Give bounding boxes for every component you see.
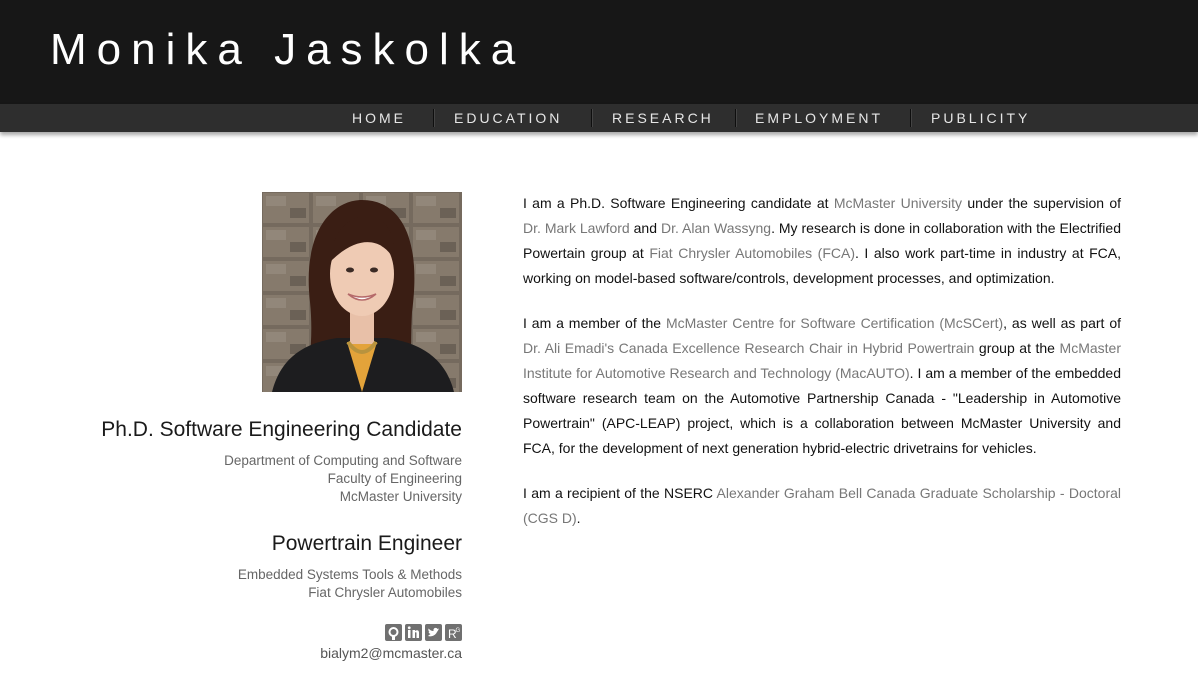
- paragraph-text: and: [629, 220, 661, 236]
- role-line: Embedded Systems Tools & Methods: [237, 567, 462, 582]
- paragraph-text: .: [576, 510, 581, 526]
- role-line: McMaster University: [339, 489, 462, 504]
- paragraph-text: I am a Ph.D. Software Engineering candid…: [523, 195, 834, 211]
- fca-link[interactable]: Fiat Chrysler Automobiles (FCA): [649, 245, 855, 261]
- social-links: RG: [340, 624, 462, 642]
- wassyng-link[interactable]: Dr. Alan Wassyng: [661, 220, 771, 236]
- nav-education[interactable]: EDUCATION: [454, 104, 562, 132]
- email-link[interactable]: bialym2@mcmaster.ca: [262, 645, 462, 661]
- paragraph-text: I am a member of the: [523, 315, 666, 331]
- linkedin-icon[interactable]: [405, 624, 422, 641]
- profile-photo-illustration: [262, 192, 462, 392]
- researchgate-icon[interactable]: RG: [445, 624, 462, 641]
- nav-publicity[interactable]: PUBLICITY: [931, 104, 1030, 132]
- main-nav: HOME EDUCATION RESEARCH EMPLOYMENT PUBLI…: [0, 104, 1198, 132]
- paragraph-text: group at the: [974, 340, 1060, 356]
- role-engineer: Powertrain Engineer Embedded Systems Too…: [60, 532, 462, 602]
- role-line: Faculty of Engineering: [327, 471, 462, 486]
- site-header: Monika Jaskolka: [0, 0, 1198, 104]
- paragraph-text: I am a recipient of the NSERC: [523, 485, 717, 501]
- paragraph-text: , as well as part of: [1003, 315, 1121, 331]
- svg-text:G: G: [456, 628, 461, 634]
- emadi-link[interactable]: Dr. Ali Emadi's Canada Excellence Resear…: [523, 340, 974, 356]
- main-content: I am a Ph.D. Software Engineering candid…: [523, 191, 1121, 551]
- nav-home[interactable]: HOME: [352, 104, 406, 132]
- membership-paragraph: I am a member of the McMaster Centre for…: [523, 311, 1121, 461]
- lawford-link[interactable]: Dr. Mark Lawford: [523, 220, 630, 236]
- nav-research[interactable]: RESEARCH: [612, 104, 714, 132]
- award-paragraph: I am a recipient of the NSERC Alexander …: [523, 481, 1121, 531]
- twitter-icon[interactable]: [425, 624, 442, 641]
- role-title-phd: Ph.D. Software Engineering Candidate: [101, 418, 462, 441]
- role-phd: Ph.D. Software Engineering Candidate Dep…: [60, 418, 462, 506]
- mcscert-link[interactable]: McMaster Centre for Software Certificati…: [666, 315, 1003, 331]
- nav-separator: [910, 109, 912, 127]
- nav-employment[interactable]: EMPLOYMENT: [755, 104, 883, 132]
- nav-separator: [591, 109, 593, 127]
- nav-separator: [735, 109, 737, 127]
- github-icon[interactable]: [385, 624, 402, 641]
- paragraph-text: under the supervision of: [962, 195, 1121, 211]
- role-title-engineer: Powertrain Engineer: [271, 532, 462, 555]
- mcmaster-link[interactable]: McMaster University: [834, 195, 962, 211]
- role-line: Fiat Chrysler Automobiles: [308, 585, 462, 600]
- site-title: Monika Jaskolka: [50, 25, 526, 74]
- intro-paragraph: I am a Ph.D. Software Engineering candid…: [523, 191, 1121, 291]
- role-line: Department of Computing and Software: [224, 453, 462, 468]
- profile-photo: [262, 192, 462, 392]
- nav-separator: [433, 109, 435, 127]
